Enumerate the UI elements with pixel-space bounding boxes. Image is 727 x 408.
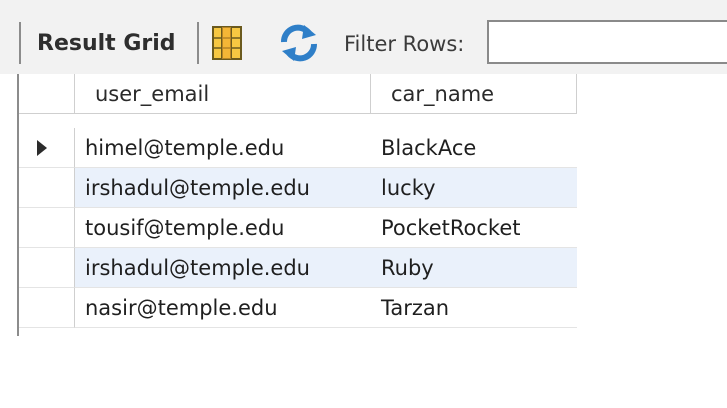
cell-user-email[interactable]: tousif@temple.edu — [75, 208, 371, 248]
grid-header-row: user_email car_name — [17, 74, 577, 114]
cell-car-name[interactable]: BlackAce — [371, 128, 577, 168]
column-header-user-email[interactable]: user_email — [75, 74, 371, 114]
cell-user-email[interactable]: irshadul@temple.edu — [75, 168, 371, 208]
table-row[interactable]: nasir@temple.edu Tarzan — [17, 288, 577, 328]
row-selector[interactable] — [17, 168, 75, 208]
toolbar-separator — [197, 22, 199, 64]
cell-user-email[interactable]: irshadul@temple.edu — [75, 248, 371, 288]
column-header-car-name[interactable]: car_name — [371, 74, 577, 114]
table-row[interactable]: irshadul@temple.edu lucky — [17, 168, 577, 208]
row-selector[interactable] — [17, 208, 75, 248]
row-selector[interactable] — [17, 128, 75, 168]
filter-rows-label: Filter Rows: — [344, 32, 465, 56]
filter-rows-input[interactable] — [487, 20, 727, 64]
row-header-corner[interactable] — [17, 74, 75, 114]
cell-car-name[interactable]: Ruby — [371, 248, 577, 288]
table-row[interactable]: himel@temple.edu BlackAce — [17, 128, 577, 168]
cell-car-name[interactable]: PocketRocket — [371, 208, 577, 248]
row-pointer-icon — [37, 140, 47, 156]
row-selector[interactable] — [17, 248, 75, 288]
cell-car-name[interactable]: Tarzan — [371, 288, 577, 328]
result-toolbar: Result Grid Filter Rows: — [0, 0, 727, 74]
table-row[interactable]: irshadul@temple.edu Ruby — [17, 248, 577, 288]
row-selector[interactable] — [17, 288, 75, 328]
query-result-panel: Result Grid Filter Rows: user_email car_… — [0, 0, 727, 408]
result-grid: user_email car_name himel@temple.edu Bla… — [17, 74, 577, 336]
cell-user-email[interactable]: nasir@temple.edu — [75, 288, 371, 328]
toolbar-separator — [19, 22, 21, 64]
cell-user-email[interactable]: himel@temple.edu — [75, 128, 371, 168]
result-grid-tab[interactable]: Result Grid — [37, 28, 176, 60]
grid-layout-icon[interactable] — [210, 24, 246, 62]
grid-left-border — [17, 74, 19, 336]
refresh-icon[interactable] — [276, 22, 322, 64]
cell-car-name[interactable]: lucky — [371, 168, 577, 208]
table-row[interactable]: tousif@temple.edu PocketRocket — [17, 208, 577, 248]
